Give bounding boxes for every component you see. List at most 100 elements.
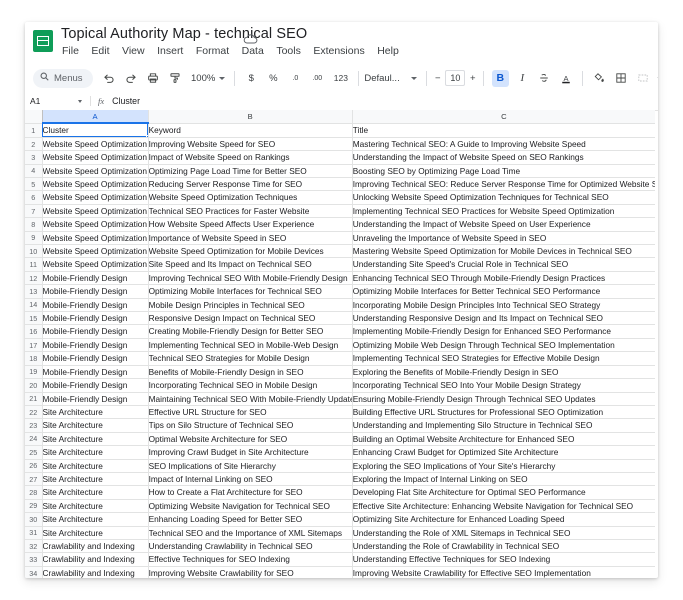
table-cell[interactable]: Exploring the Benefits of Mobile-Friendl… bbox=[352, 365, 655, 380]
row-number[interactable]: 24 bbox=[25, 432, 43, 447]
formula-input[interactable]: Cluster bbox=[112, 96, 140, 106]
table-cell[interactable]: Site Architecture bbox=[42, 485, 149, 500]
menu-item-tools[interactable]: Tools bbox=[275, 44, 302, 58]
merge-cells-icon[interactable] bbox=[635, 70, 652, 87]
row-number[interactable]: 9 bbox=[25, 231, 43, 246]
table-cell[interactable]: Mobile-Friendly Design bbox=[42, 284, 149, 299]
menu-item-format[interactable]: Format bbox=[195, 44, 230, 58]
row-number[interactable]: 26 bbox=[25, 459, 43, 473]
table-cell[interactable]: Technical SEO and the Importance of XML … bbox=[148, 526, 353, 540]
row-number[interactable]: 18 bbox=[25, 351, 43, 366]
table-cell[interactable]: Website Speed Optimization bbox=[42, 217, 149, 232]
table-cell[interactable]: Optimizing Mobile Web Design Through Tec… bbox=[352, 338, 655, 353]
header-cell[interactable]: Keyword bbox=[148, 123, 353, 138]
table-cell[interactable]: Understanding Crawlability in Technical … bbox=[148, 539, 353, 554]
menus-search-button[interactable]: Menus bbox=[33, 68, 93, 88]
column-header-c[interactable]: C bbox=[352, 110, 655, 124]
row-number[interactable]: 31 bbox=[25, 526, 43, 540]
table-cell[interactable]: Website Speed Optimization bbox=[42, 137, 149, 152]
table-cell[interactable]: Mobile-Friendly Design bbox=[42, 311, 149, 326]
row-number[interactable]: 2 bbox=[25, 137, 43, 152]
text-color-button[interactable]: A bbox=[558, 70, 575, 87]
table-cell[interactable]: Implementing Mobile-Friendly Design for … bbox=[352, 324, 655, 339]
table-cell[interactable]: Understanding Site Speed's Crucial Role … bbox=[352, 257, 655, 272]
table-cell[interactable]: Enhancing Loading Speed for Better SEO bbox=[148, 512, 353, 527]
row-number[interactable]: 7 bbox=[25, 204, 43, 219]
header-cell[interactable]: Title bbox=[352, 123, 655, 138]
table-cell[interactable]: Impact of Website Speed on Rankings bbox=[148, 150, 353, 165]
print-icon[interactable] bbox=[145, 70, 162, 87]
table-cell[interactable]: Mobile-Friendly Design bbox=[42, 324, 149, 339]
table-cell[interactable]: Ensuring Mobile-Friendly Design Through … bbox=[352, 392, 655, 406]
table-cell[interactable]: Optimizing Page Load Time for Better SEO bbox=[148, 164, 353, 179]
table-cell[interactable]: SEO Implications of Site Hierarchy bbox=[148, 459, 353, 473]
table-cell[interactable]: Optimizing Site Architecture for Enhance… bbox=[352, 512, 655, 527]
table-cell[interactable]: Mobile-Friendly Design bbox=[42, 351, 149, 366]
table-cell[interactable]: Website Speed Optimization bbox=[42, 150, 149, 165]
table-cell[interactable]: Effective URL Structure for SEO bbox=[148, 405, 353, 420]
table-cell[interactable]: Creating Mobile-Friendly Design for Bett… bbox=[148, 324, 353, 339]
font-size-input[interactable]: 10 bbox=[445, 70, 466, 86]
row-number[interactable]: 21 bbox=[25, 392, 43, 406]
zoom-level[interactable]: 100% bbox=[191, 73, 215, 84]
table-cell[interactable]: Technical SEO Practices for Faster Websi… bbox=[148, 204, 353, 219]
table-cell[interactable]: Website Speed Optimization bbox=[42, 244, 149, 259]
row-number[interactable]: 32 bbox=[25, 539, 43, 554]
cloud-saved-icon[interactable] bbox=[243, 31, 258, 44]
paint-format-icon[interactable] bbox=[167, 70, 184, 87]
table-cell[interactable]: Boosting SEO by Optimizing Page Load Tim… bbox=[352, 164, 655, 179]
table-cell[interactable]: Impact of Internal Linking on SEO bbox=[148, 472, 353, 487]
row-number[interactable]: 22 bbox=[25, 405, 43, 420]
select-all-corner[interactable] bbox=[25, 110, 43, 124]
table-cell[interactable]: Mobile-Friendly Design bbox=[42, 378, 149, 393]
table-cell[interactable]: Responsive Design Impact on Technical SE… bbox=[148, 311, 353, 326]
table-cell[interactable]: Site Architecture bbox=[42, 472, 149, 487]
row-number[interactable]: 33 bbox=[25, 552, 43, 567]
table-cell[interactable]: Optimizing Website Navigation for Techni… bbox=[148, 499, 353, 514]
table-cell[interactable]: Site Architecture bbox=[42, 418, 149, 433]
table-cell[interactable]: Exploring the Impact of Internal Linking… bbox=[352, 472, 655, 487]
table-cell[interactable]: Tips on Silo Structure of Technical SEO bbox=[148, 418, 353, 433]
row-number[interactable]: 6 bbox=[25, 190, 43, 205]
table-cell[interactable]: Understanding Responsive Design and Its … bbox=[352, 311, 655, 326]
table-cell[interactable]: Mobile-Friendly Design bbox=[42, 298, 149, 313]
column-header-b[interactable]: B bbox=[148, 110, 353, 124]
table-cell[interactable]: Crawlability and Indexing bbox=[42, 566, 149, 578]
table-cell[interactable]: Optimal Website Architecture for SEO bbox=[148, 432, 353, 447]
table-cell[interactable]: Improving Technical SEO With Mobile-Frie… bbox=[148, 271, 353, 286]
table-cell[interactable]: Building an Optimal Website Architecture… bbox=[352, 432, 655, 447]
row-number[interactable]: 4 bbox=[25, 164, 43, 179]
table-cell[interactable]: Optimizing Mobile Interfaces for Technic… bbox=[148, 284, 353, 299]
table-cell[interactable]: Site Architecture bbox=[42, 499, 149, 514]
table-cell[interactable]: Understanding the Impact of Website Spee… bbox=[352, 217, 655, 232]
currency-format-button[interactable]: $ bbox=[243, 70, 260, 87]
table-cell[interactable]: Enhancing Technical SEO Through Mobile-F… bbox=[352, 271, 655, 286]
menu-item-view[interactable]: View bbox=[121, 44, 146, 58]
table-cell[interactable]: Crawlability and Indexing bbox=[42, 539, 149, 554]
row-number[interactable]: 16 bbox=[25, 324, 43, 339]
row-number[interactable]: 19 bbox=[25, 365, 43, 380]
table-cell[interactable]: Improving Website Crawlability for Effec… bbox=[352, 566, 655, 578]
table-cell[interactable]: Improving Website Crawlability for SEO bbox=[148, 566, 353, 578]
row-number[interactable]: 12 bbox=[25, 271, 43, 286]
document-title[interactable]: Topical Authority Map - technical SEO bbox=[61, 26, 307, 42]
row-number[interactable]: 34 bbox=[25, 566, 43, 578]
table-cell[interactable]: Website Speed Optimization bbox=[42, 204, 149, 219]
row-number[interactable]: 23 bbox=[25, 418, 43, 433]
table-cell[interactable]: Improving Crawl Budget in Site Architect… bbox=[148, 445, 353, 460]
fill-color-icon[interactable] bbox=[591, 70, 608, 87]
menu-item-edit[interactable]: Edit bbox=[90, 44, 110, 58]
table-cell[interactable]: Website Speed Optimization Techniques bbox=[148, 190, 353, 205]
table-cell[interactable]: Implementing Technical SEO Strategies fo… bbox=[352, 351, 655, 366]
table-cell[interactable]: Effective Site Architecture: Enhancing W… bbox=[352, 499, 655, 514]
redo-icon[interactable] bbox=[123, 70, 140, 87]
row-number[interactable]: 11 bbox=[25, 257, 43, 272]
undo-icon[interactable] bbox=[101, 70, 118, 87]
row-number[interactable]: 20 bbox=[25, 378, 43, 393]
table-cell[interactable]: Implementing Technical SEO Practices for… bbox=[352, 204, 655, 219]
table-cell[interactable]: Improving Technical SEO: Reduce Server R… bbox=[352, 177, 655, 192]
table-cell[interactable]: Enhancing Crawl Budget for Optimized Sit… bbox=[352, 445, 655, 460]
chevron-down-icon-namebox[interactable] bbox=[78, 99, 82, 103]
borders-icon[interactable] bbox=[613, 70, 630, 87]
table-cell[interactable]: Website Speed Optimization bbox=[42, 231, 149, 246]
